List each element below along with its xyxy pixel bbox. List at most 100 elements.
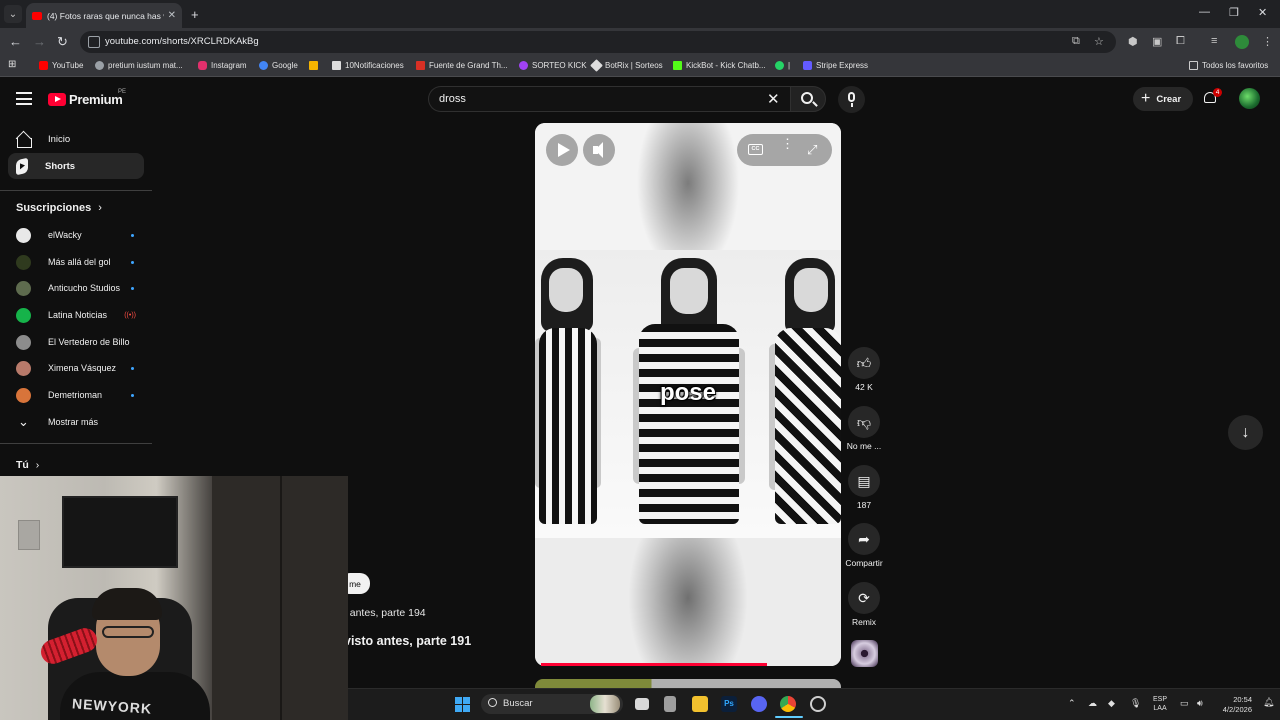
bookmark-x[interactable]: 10Notificaciones — [332, 61, 404, 70]
input-language[interactable]: ESP LAA — [1153, 695, 1167, 713]
extensions-puzzle-icon[interactable]: ⧠ — [1176, 35, 1185, 48]
bookmark-label: KickBot - Kick Chatb... — [686, 61, 766, 70]
youtube-logo-icon[interactable] — [48, 93, 66, 106]
whatsapp-icon — [775, 61, 784, 70]
taskbar-search-label[interactable]: Buscar — [503, 698, 533, 709]
partial-title-1[interactable]: o antes, parte 194 — [341, 607, 426, 619]
captions-icon[interactable]: CC — [748, 144, 763, 155]
bookmark-star-icon[interactable]: ☆ — [1094, 35, 1104, 48]
tray-mic-icon[interactable]: 🎙︎ — [1130, 698, 1141, 709]
restore-icon[interactable]: ❐ — [1229, 6, 1239, 19]
tab-active[interactable]: (4) Fotos raras que nunca has visto ✕ — [26, 3, 182, 28]
shorts-player[interactable]: pose CC ⋮ ⤢ — [535, 123, 841, 666]
play-icon[interactable] — [546, 134, 578, 166]
you-heading[interactable]: Tú › — [16, 459, 39, 471]
file-explorer-icon[interactable] — [692, 696, 708, 712]
bookmark-gta[interactable]: Fuente de Grand Th... — [416, 61, 508, 70]
fullscreen-icon[interactable]: ⤢ — [807, 142, 817, 158]
subscription-demetrioman[interactable]: Demetrioman — [16, 385, 140, 405]
all-bookmarks-label: Todos los favoritos — [1202, 61, 1269, 70]
bookmark-google[interactable]: Google — [259, 61, 298, 70]
install-app-icon[interactable]: ⧉ — [1072, 35, 1080, 48]
subscription-mas-alla-del-gol[interactable]: Más allá del gol — [16, 252, 140, 272]
minimize-icon[interactable]: — — [1199, 6, 1210, 18]
gta-icon — [416, 61, 425, 70]
reload-icon[interactable]: ↻ — [57, 35, 68, 49]
bookmark-pretium[interactable]: pretium iustum mat... — [95, 61, 183, 70]
task-view-icon[interactable] — [635, 698, 649, 710]
reading-list-icon[interactable]: ≡ — [1211, 35, 1217, 47]
back-arrow-icon[interactable]: ← — [9, 35, 22, 49]
voice-search-button[interactable] — [838, 86, 865, 113]
kebab-menu-icon[interactable]: ⋮ — [1262, 35, 1273, 48]
search-button[interactable] — [790, 86, 826, 112]
partial-title-2[interactable]: visto antes, parte 191 — [344, 634, 471, 648]
tab-close-icon[interactable]: ✕ — [168, 10, 176, 21]
bookmark-sorteo-kick[interactable]: SORTEO KICK — [519, 61, 587, 70]
bookmark-instagram[interactable]: Instagram — [198, 61, 247, 70]
tray-app-icon[interactable]: ☁ — [1088, 698, 1097, 709]
forward-arrow-icon[interactable]: → — [33, 35, 46, 49]
dislike-button[interactable]: 👎︎ — [848, 406, 880, 438]
bookmark-kickbot[interactable]: KickBot - Kick Chatb... — [673, 61, 766, 70]
next-video-arrow-icon[interactable]: ↓ — [1228, 415, 1263, 450]
more-options-icon[interactable]: ⋮ — [781, 137, 794, 150]
bookmark-youtube[interactable]: YouTube — [39, 61, 83, 70]
network-icon[interactable]: ▭ — [1180, 698, 1189, 709]
subscription-anticucho-studios[interactable]: Anticucho Studios — [16, 278, 140, 298]
account-avatar[interactable] — [1239, 88, 1260, 109]
widgets-icon[interactable] — [664, 696, 676, 712]
photoshop-icon[interactable]: Ps — [721, 696, 737, 712]
tray-chevron-up-icon[interactable]: ⌃ — [1068, 698, 1076, 709]
all-bookmarks[interactable]: Todos los favoritos — [1189, 61, 1268, 70]
subscription-ximena-vasquez[interactable]: Ximena Vásquez — [16, 358, 140, 378]
show-more-subscriptions[interactable]: ⌄ Mostrar más — [16, 412, 140, 432]
sidebar-item-home[interactable]: Inicio — [8, 126, 144, 152]
sound-thumbnail[interactable] — [851, 640, 878, 667]
bookmark-whatsapp[interactable]: | — [775, 61, 790, 70]
subscriptions-title: Suscripciones — [16, 202, 92, 214]
profile-avatar-icon[interactable] — [1235, 35, 1249, 49]
clear-search-icon[interactable]: ✕ — [767, 90, 780, 108]
subscription-elwacky[interactable]: elWacky — [16, 225, 140, 245]
microphone-icon — [848, 92, 855, 102]
subscription-latina-noticias[interactable]: Latina Noticias ((•)) — [16, 305, 140, 325]
site-info-icon[interactable] — [88, 36, 100, 48]
chevron-right-icon: › — [98, 202, 102, 214]
speaker-icon[interactable]: 🔊︎ — [1197, 698, 1203, 709]
apps-grid-icon[interactable]: ⊞ — [8, 59, 16, 70]
extension-icon[interactable]: ⬢ — [1128, 35, 1138, 48]
bookmark-colorful[interactable] — [309, 61, 322, 70]
search-input[interactable] — [428, 86, 792, 112]
tray-app-2-icon[interactable]: ◆ — [1108, 698, 1115, 709]
volume-icon[interactable] — [583, 134, 615, 166]
comments-button[interactable]: ▤ — [848, 465, 880, 497]
share-button[interactable]: ➦ — [848, 523, 880, 555]
notifications-icon[interactable]: 🔔︎ — [1263, 697, 1274, 708]
channel-name: Ximena Vásquez — [48, 363, 117, 373]
url-text[interactable]: youtube.com/shorts/XRCLRDKAkBg — [105, 36, 259, 47]
create-button[interactable]: + Crear — [1133, 87, 1193, 111]
tab-search-chevron-icon[interactable]: ⌄ — [4, 5, 22, 23]
bookmark-botrix[interactable]: BotRix | Sorteos — [590, 59, 663, 72]
system-clock[interactable]: 20:54 4/2/2026 — [1218, 695, 1252, 715]
bookmark-stripe[interactable]: Stripe Express — [803, 61, 868, 70]
windows-start-icon[interactable] — [455, 697, 470, 712]
logo-text[interactable]: Premium — [69, 92, 123, 107]
window-close-icon[interactable]: ✕ — [1258, 6, 1267, 19]
progress-bar[interactable] — [541, 663, 767, 666]
bookmark-label: 10Notificaciones — [345, 61, 404, 70]
search-icon — [488, 698, 497, 707]
search-input-value[interactable]: dross — [439, 93, 466, 105]
remix-button[interactable]: ⟳ — [848, 582, 880, 614]
discord-icon[interactable] — [751, 696, 767, 712]
chrome-icon[interactable] — [780, 696, 796, 712]
extension-2-icon[interactable]: ▣ — [1152, 35, 1162, 48]
new-tab-plus-icon[interactable]: + — [191, 7, 199, 22]
subscription-el-vertedero-de-billo[interactable]: El Vertedero de Billo — [16, 332, 140, 352]
sidebar-item-shorts[interactable]: Shorts — [8, 153, 144, 179]
obs-icon[interactable] — [810, 696, 826, 712]
subscriptions-heading[interactable]: Suscripciones › — [16, 202, 102, 214]
like-button[interactable]: 👍︎ — [848, 347, 880, 379]
hamburger-menu-icon[interactable] — [16, 92, 32, 105]
